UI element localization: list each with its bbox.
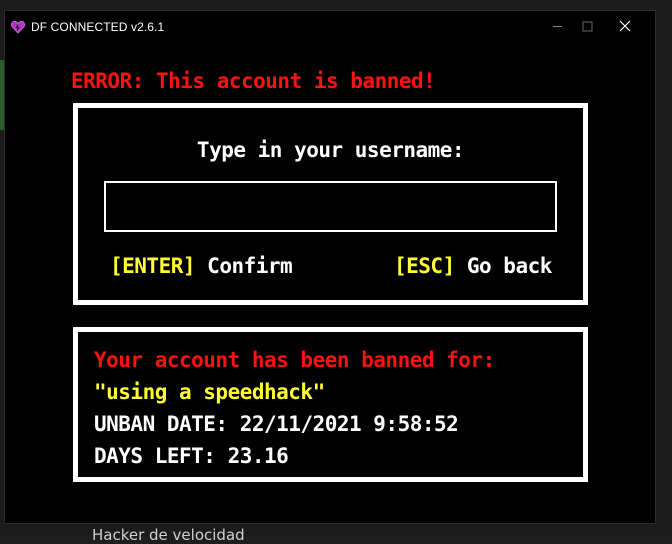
unban-date: UNBAN DATE: 22/11/2021 9:58:52 bbox=[94, 412, 459, 436]
ban-info-panel: Your account has been banned for: "using… bbox=[73, 327, 588, 482]
esc-key-hint: [ESC] bbox=[394, 254, 455, 278]
confirm-action[interactable]: [ENTER] Confirm bbox=[110, 254, 293, 278]
close-button[interactable] bbox=[605, 11, 645, 41]
username-input[interactable] bbox=[104, 181, 557, 232]
title-bar[interactable]: DF CONNECTED v2.6.1 bbox=[5, 11, 655, 41]
ban-reason: "using a speedhack" bbox=[94, 380, 325, 404]
background-window-text: Hacker de velocidad bbox=[92, 526, 245, 544]
maximize-button[interactable] bbox=[567, 11, 607, 41]
enter-key-hint: [ENTER] bbox=[110, 254, 196, 278]
window-title: DF CONNECTED v2.6.1 bbox=[31, 20, 165, 34]
username-prompt: Type in your username: bbox=[196, 138, 465, 162]
heart-icon bbox=[11, 19, 25, 34]
error-message: ERROR: This account is banned! bbox=[71, 69, 436, 93]
close-icon bbox=[619, 17, 631, 36]
confirm-label: Confirm bbox=[207, 254, 293, 278]
days-left: DAYS LEFT: 23.16 bbox=[94, 444, 289, 468]
game-window: DF CONNECTED v2.6.1 ERROR: This account … bbox=[4, 10, 656, 524]
username-panel: Type in your username: [ENTER] Confirm [… bbox=[73, 103, 588, 305]
minimize-icon bbox=[552, 17, 563, 36]
go-back-label: Go back bbox=[466, 254, 553, 278]
maximize-icon bbox=[582, 17, 593, 36]
go-back-action[interactable]: [ESC] Go back bbox=[394, 254, 552, 278]
ban-heading: Your account has been banned for: bbox=[94, 348, 495, 372]
